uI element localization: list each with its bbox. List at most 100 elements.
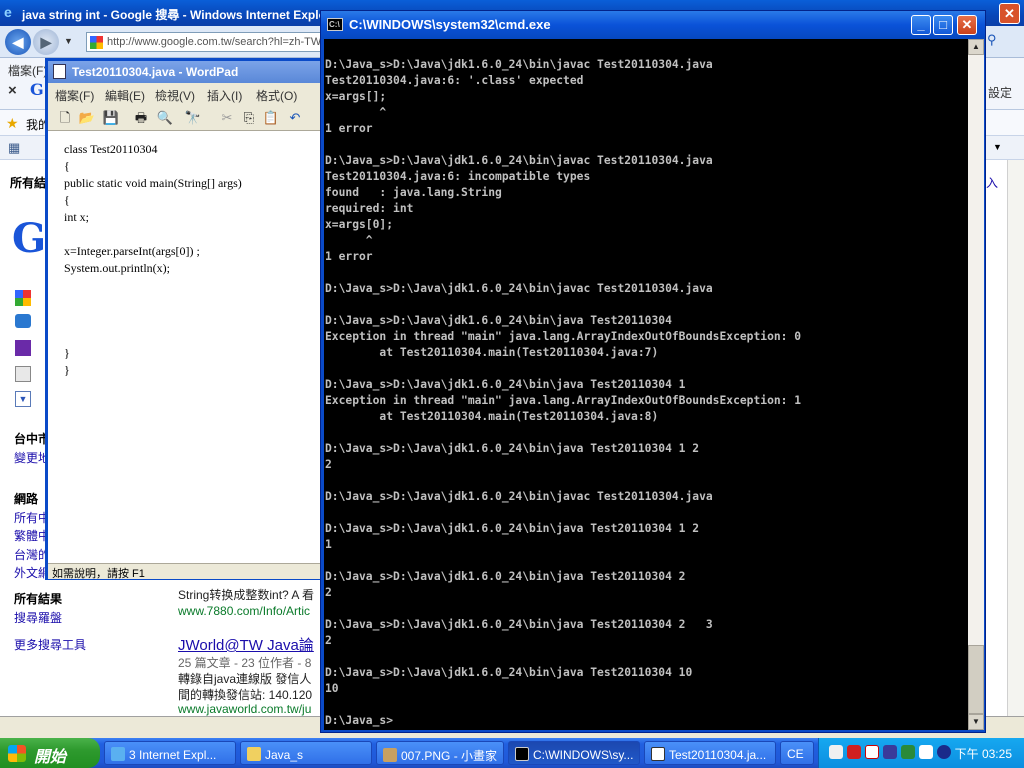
result-url: www.javaworld.com.tw/ju xyxy=(178,702,312,716)
keyboard-icon[interactable] xyxy=(829,745,843,759)
paste-icon[interactable]: 📋 xyxy=(262,109,280,127)
taskbar-item-ie[interactable]: 3 Internet Expl... xyxy=(104,741,236,765)
monitor-icon[interactable] xyxy=(901,745,915,759)
signin-link[interactable]: 入 xyxy=(986,174,998,191)
console-line: D:\Java_s>D:\Java\jdk1.6.0_24\bin\java T… xyxy=(325,570,686,583)
maximize-icon[interactable]: □ xyxy=(933,15,953,35)
taskbar-item-extra[interactable]: CE xyxy=(780,741,814,765)
bluetooth-icon[interactable] xyxy=(919,745,933,759)
console-line: Test20110304.java:6: incompatible types xyxy=(325,170,591,183)
cmd-title-text: C:\WINDOWS\system32\cmd.exe xyxy=(349,17,551,32)
news-icon[interactable] xyxy=(15,366,31,382)
settings-menu[interactable]: 設定 xyxy=(988,84,1012,101)
start-label: 開始 xyxy=(34,749,67,766)
console-line: Exception in thread "main" java.lang.Arr… xyxy=(325,330,802,343)
taskbar-item-cmd[interactable]: C:\WINDOWS\sy... xyxy=(508,741,640,765)
network-icon[interactable] xyxy=(883,745,897,759)
ie-address-bar[interactable]: http://www.google.com.tw/search?hl=zh-TW… xyxy=(86,32,326,52)
menu-view[interactable]: 檢視(V) xyxy=(155,87,195,104)
more-dropdown-icon[interactable]: ▼ xyxy=(15,391,31,407)
ie-scrollbar[interactable] xyxy=(1007,160,1024,716)
cmd-scrollbar[interactable]: ▲ ▼ xyxy=(968,39,984,730)
taskbar-item-wordpad[interactable]: Test20110304.ja... xyxy=(644,741,776,765)
favorites-star-icon[interactable]: ★ xyxy=(6,115,19,132)
cmd-icon xyxy=(515,747,529,761)
console-line: D:\Java_s>D:\Java\jdk1.6.0_24\bin\javac … xyxy=(325,490,713,503)
close-icon[interactable]: ✕ xyxy=(957,15,977,35)
console-line: 10 xyxy=(325,682,339,695)
wordpad-title-bar[interactable]: Test20110304.java - WordPad xyxy=(48,61,320,83)
code-line: { xyxy=(64,159,70,173)
history-dropdown-icon[interactable]: ▼ xyxy=(64,36,73,46)
result-snippet: 間的轉換發信站: 140.120 xyxy=(178,688,313,702)
cmd-icon: C:\ xyxy=(327,18,343,31)
toolbar-close-icon[interactable]: × xyxy=(8,82,17,99)
folder-icon xyxy=(247,747,261,761)
console-line: D:\Java_s>D:\Java\jdk1.6.0_24\bin\java T… xyxy=(325,522,700,535)
ie-menu-file[interactable]: 檔案(F) xyxy=(8,62,47,79)
google-toolbar-logo: G xyxy=(30,80,44,99)
taskbar-item-label: Test20110304.ja... xyxy=(669,748,767,762)
result-title-link[interactable]: JWorld@TW Java論 xyxy=(178,634,314,655)
console-line: 2 xyxy=(325,586,332,599)
save-icon[interactable]: 💾 xyxy=(102,109,120,127)
console-line: ^ xyxy=(325,234,373,247)
cmd-title-bar[interactable]: C:\ C:\WINDOWS\system32\cmd.exe _ _ □ ✕ xyxy=(321,11,985,39)
google-logo: G xyxy=(12,215,47,262)
menu-file[interactable]: 檔案(F) xyxy=(55,87,94,104)
quick-tabs-icon[interactable]: ▦ xyxy=(8,140,20,156)
code-line: public static void main(String[] args) xyxy=(64,176,242,190)
camera-icon[interactable] xyxy=(15,314,31,328)
console-line: D:\Java_s> xyxy=(325,714,394,727)
wordpad-title-text: Test20110304.java - WordPad xyxy=(72,65,239,79)
code-line: } xyxy=(64,363,70,377)
more-search-tools-link[interactable]: 更多搜尋工具 xyxy=(14,636,86,653)
console-line: D:\Java_s>D:\Java\jdk1.6.0_24\bin\javac … xyxy=(325,58,713,71)
console-line: at Test20110304.main(Test20110304.java:8… xyxy=(325,410,659,423)
scroll-thumb[interactable] xyxy=(968,645,984,714)
console-line: required: int xyxy=(325,202,414,215)
google-services-icon[interactable] xyxy=(15,290,31,306)
start-button[interactable]: 開始 xyxy=(0,738,100,768)
console-line: found : java.lang.String xyxy=(325,186,502,199)
scroll-up-icon[interactable]: ▲ xyxy=(968,39,984,55)
undo-icon[interactable]: ↶ xyxy=(286,109,304,127)
console-line: D:\Java_s>D:\Java\jdk1.6.0_24\bin\java T… xyxy=(325,618,713,631)
antivirus-icon[interactable] xyxy=(847,745,861,759)
console-line: 2 xyxy=(325,458,332,471)
back-arrow-icon[interactable]: ◀ xyxy=(5,29,31,55)
scroll-down-icon[interactable]: ▼ xyxy=(968,714,984,730)
security-k-icon[interactable] xyxy=(865,745,879,759)
taskbar-item-folder[interactable]: Java_s xyxy=(240,741,372,765)
cmd-console-output[interactable]: D:\Java_s>D:\Java\jdk1.6.0_24\bin\javac … xyxy=(324,39,968,730)
search-icon[interactable]: ⚲ xyxy=(987,32,1005,50)
new-document-icon[interactable]: 🗋 xyxy=(56,109,74,127)
open-folder-icon[interactable]: 📂 xyxy=(78,109,96,127)
print-icon[interactable]: 🖶 xyxy=(132,109,150,127)
wordpad-document[interactable]: class Test20110304 { public static void … xyxy=(48,131,320,563)
taskbar-item-paint[interactable]: 007.PNG - 小畫家 xyxy=(376,741,504,765)
print-preview-icon[interactable]: 🔍 xyxy=(156,109,174,127)
forward-arrow-icon[interactable]: ▶ xyxy=(33,29,59,55)
video-icon[interactable] xyxy=(15,340,31,356)
minimize-button[interactable]: _ xyxy=(911,15,931,35)
find-icon[interactable]: 🔭 xyxy=(184,109,202,127)
menu-edit[interactable]: 編輯(E) xyxy=(105,87,145,104)
tools-dropdown-icon[interactable]: ▼ xyxy=(993,142,1002,152)
cut-icon[interactable]: ✂ xyxy=(218,109,236,127)
ie-close-icon[interactable]: ✕ xyxy=(999,3,1020,24)
menu-format[interactable]: 格式(O) xyxy=(256,87,297,104)
search-wheel-link[interactable]: 搜尋羅盤 xyxy=(14,609,62,626)
taskbar-item-label: 007.PNG - 小畫家 xyxy=(401,749,498,763)
code-line: System.out.println(x); xyxy=(64,261,170,275)
copy-icon[interactable]: ⎘ xyxy=(240,109,258,127)
shield-icon[interactable] xyxy=(937,745,951,759)
menu-insert[interactable]: 插入(I) xyxy=(207,87,242,104)
